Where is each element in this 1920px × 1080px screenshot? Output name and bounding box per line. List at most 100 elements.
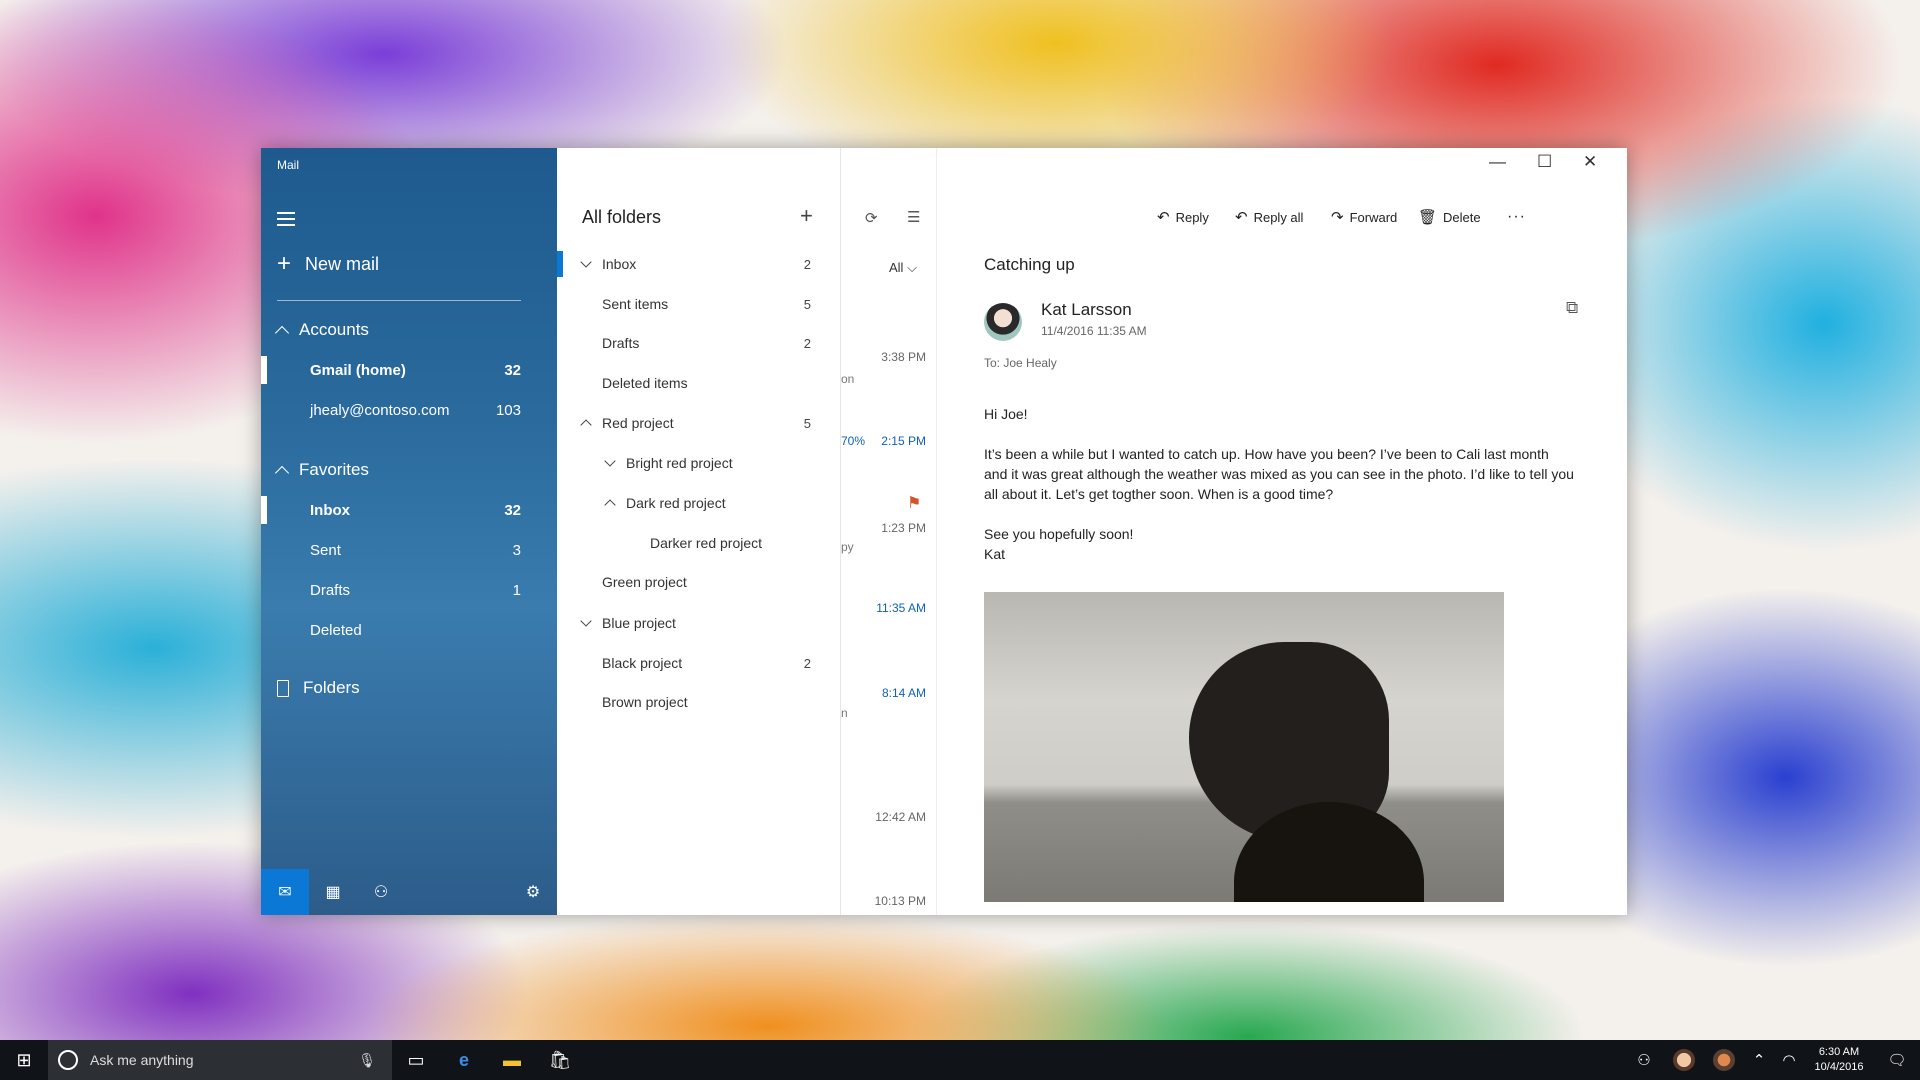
mail-icon[interactable]: ✉: [261, 869, 309, 915]
favorite-item-inbox[interactable]: Inbox 32: [261, 494, 557, 526]
folder-label: Dark red project: [626, 495, 726, 511]
taskbar: ⊞ Ask me anything 🎙 ▭ e ▬ 🛍 ⚇ ⌃ ◠ 6:30 A…: [0, 1040, 1920, 1080]
bottom-app-bar: ✉ ▦ ⚇ ⚙: [261, 869, 557, 915]
chevron-down-icon[interactable]: [604, 455, 616, 467]
message-time: 12:42 AM: [875, 810, 926, 824]
delete-button[interactable]: 🗑 Delete: [1418, 208, 1481, 226]
folder-label: Blue project: [602, 615, 676, 631]
account-count: 103: [495, 401, 521, 419]
more-button[interactable]: ···: [1507, 208, 1526, 226]
minimize-button[interactable]: —: [1489, 152, 1506, 172]
filter-dropdown[interactable]: All ⌵: [889, 260, 917, 276]
message-preview-fragment: py: [841, 540, 854, 554]
reading-pane: — ☐ ✕ ↶ Reply ↶ Reply all ↷ Forward 🗑 De…: [937, 148, 1627, 915]
file-explorer-icon[interactable]: ▬: [488, 1040, 536, 1080]
folder-item-inbox[interactable]: Inbox 2: [557, 247, 841, 281]
chevron-down-icon[interactable]: [580, 615, 592, 627]
folder-label: Drafts: [602, 335, 640, 351]
windows-start-icon[interactable]: ⊞: [0, 1040, 48, 1080]
store-icon[interactable]: 🛍: [536, 1040, 584, 1080]
account-count: 32: [504, 361, 521, 379]
attached-photo[interactable]: [984, 592, 1504, 902]
new-mail-label: New mail: [305, 253, 380, 274]
folder-item-drafts[interactable]: Drafts 2: [557, 326, 841, 360]
folder-item-deleted[interactable]: Deleted items: [557, 366, 841, 400]
chevron-up-icon[interactable]: [604, 499, 616, 511]
folders-button[interactable]: Folders: [277, 678, 360, 698]
account-item-contoso[interactable]: jhealy@contoso.com 103: [261, 394, 557, 426]
reply-all-button[interactable]: ↶ Reply all: [1235, 208, 1303, 226]
folder-item-black[interactable]: Black project 2: [557, 646, 841, 680]
chevron-up-icon[interactable]: ⌃: [1744, 1051, 1774, 1069]
body-paragraph: It’s been a while but I wanted to catch …: [984, 446, 1574, 502]
folder-item-darker-red[interactable]: Darker red project: [557, 526, 841, 560]
popout-icon[interactable]: ⧉: [1566, 298, 1578, 318]
chevron-down-icon[interactable]: [580, 256, 592, 268]
message-time: 2:15 PM: [881, 434, 926, 448]
forward-label: Forward: [1349, 209, 1398, 225]
folder-icon: [277, 679, 289, 697]
reply-label: Reply: [1175, 209, 1209, 225]
action-center-icon[interactable]: 🗨: [1874, 1051, 1920, 1069]
message-preview-fragment: on: [841, 372, 855, 386]
folder-item-blue[interactable]: Blue project: [557, 606, 841, 640]
forward-button[interactable]: ↷ Forward: [1331, 208, 1397, 226]
task-view-icon[interactable]: ▭: [392, 1040, 440, 1080]
add-folder-icon[interactable]: +: [800, 203, 813, 229]
favorites-header[interactable]: Favorites: [274, 460, 369, 480]
filter-label: All: [889, 260, 904, 275]
favorite-item-drafts[interactable]: Drafts 1: [261, 574, 557, 606]
account-item-gmail[interactable]: Gmail (home) 32: [261, 354, 557, 386]
selection-mode-icon[interactable]: ☰: [907, 208, 920, 226]
account-label: Gmail (home): [310, 361, 406, 379]
sender-name[interactable]: Kat Larsson: [1041, 300, 1132, 320]
calendar-icon[interactable]: ▦: [309, 869, 357, 915]
folder-count: 2: [803, 655, 811, 671]
microphone-icon[interactable]: 🎙: [358, 1052, 376, 1069]
edge-browser-icon[interactable]: e: [440, 1040, 488, 1080]
folder-item-bright-red[interactable]: Bright red project: [557, 446, 841, 480]
close-button[interactable]: ✕: [1583, 152, 1597, 172]
favorite-item-deleted[interactable]: Deleted: [261, 614, 557, 646]
message-preview-fragment: 70%: [841, 434, 866, 448]
chevron-up-icon[interactable]: [580, 419, 592, 431]
clock[interactable]: 6:30 AM 10/4/2016: [1804, 1045, 1874, 1075]
people-icon[interactable]: ⚇: [357, 869, 405, 915]
favorite-item-sent[interactable]: Sent 3: [261, 534, 557, 566]
message-time: 10:13 PM: [874, 894, 926, 908]
folder-pane-title: All folders: [582, 207, 662, 227]
chevron-up-icon: [274, 325, 290, 340]
folder-item-brown[interactable]: Brown project: [557, 685, 841, 719]
sender-avatar[interactable]: [984, 303, 1022, 341]
folder-pane: All folders + Inbox 2 Sent items 5 Draft…: [557, 148, 841, 915]
folder-item-dark-red[interactable]: Dark red project: [557, 486, 841, 520]
delete-label: Delete: [1443, 209, 1481, 225]
people-icon[interactable]: ⚇: [1624, 1051, 1664, 1069]
favorite-count: 1: [512, 581, 521, 599]
recipients: To: Joe Healy: [984, 356, 1057, 370]
folder-label: Brown project: [602, 694, 688, 710]
maximize-button[interactable]: ☐: [1537, 152, 1552, 172]
hamburger-menu-icon[interactable]: [277, 212, 295, 226]
navigation-pane: Mail + New mail Accounts Gmail (home) 32…: [261, 148, 557, 915]
folder-item-sent[interactable]: Sent items 5: [557, 287, 841, 321]
message-date: 11/4/2016 11:35 AM: [1041, 324, 1147, 338]
contact-avatar[interactable]: [1664, 1049, 1704, 1071]
sync-icon[interactable]: ⟳: [865, 209, 878, 227]
settings-gear-icon[interactable]: ⚙: [509, 869, 557, 915]
favorite-label: Drafts: [310, 581, 351, 599]
contact-avatar[interactable]: [1704, 1049, 1744, 1071]
folder-label: Red project: [602, 415, 674, 431]
accounts-header[interactable]: Accounts: [274, 320, 369, 340]
message-time: 8:14 AM: [881, 686, 926, 700]
cortana-search-box[interactable]: Ask me anything 🎙: [48, 1040, 392, 1080]
trash-icon: 🗑: [1418, 209, 1438, 226]
new-mail-button[interactable]: + New mail: [277, 252, 379, 276]
flag-icon[interactable]: ⚑: [907, 493, 921, 513]
accounts-label: Accounts: [299, 320, 369, 339]
network-icon[interactable]: ◠: [1774, 1051, 1804, 1069]
message-list: ⟳ ☰ All ⌵ 3:38 PM on 70% 2:15 PM ⚑ 1:23 …: [841, 148, 937, 915]
folder-item-green[interactable]: Green project: [557, 565, 841, 599]
reply-button[interactable]: ↶ Reply: [1157, 208, 1209, 226]
folder-item-red-project[interactable]: Red project 5: [557, 406, 841, 440]
